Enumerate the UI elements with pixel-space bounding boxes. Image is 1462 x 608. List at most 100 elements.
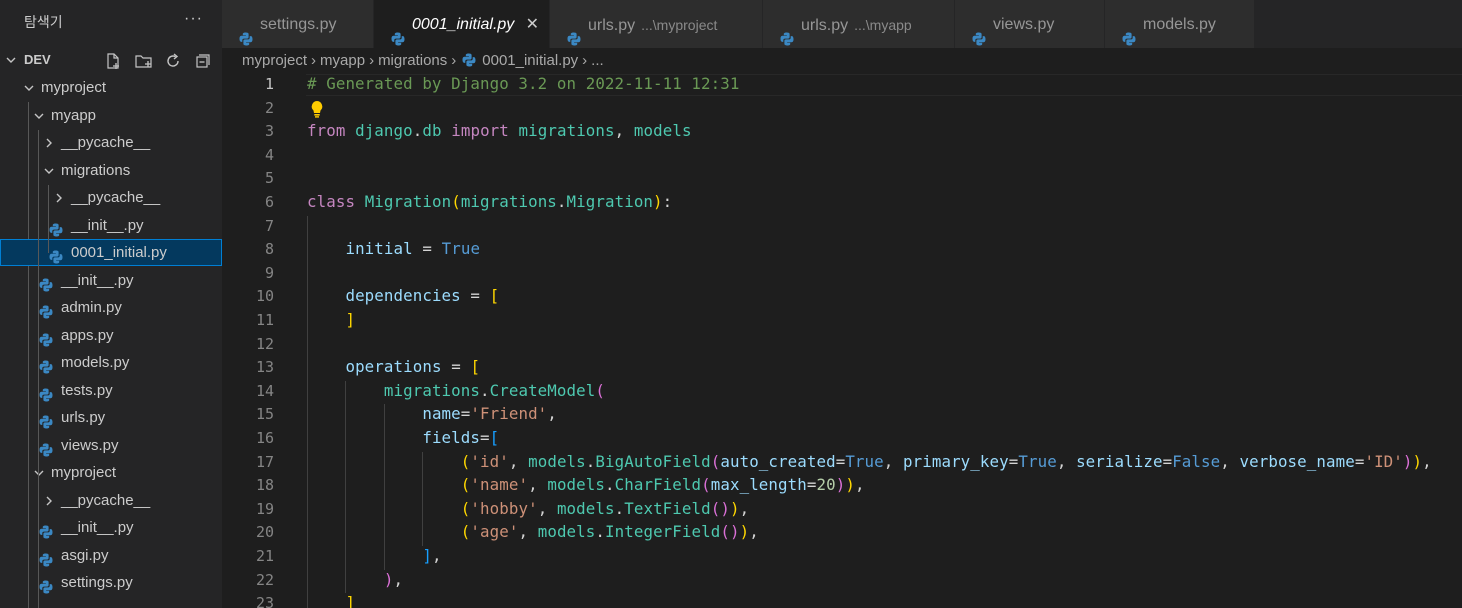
python-file-icon (39, 576, 53, 603)
line-number: 2 (264, 98, 274, 117)
chevron-down-icon (4, 46, 18, 75)
chevron-right-icon (52, 184, 66, 213)
tree-item-label: myproject (41, 79, 107, 96)
tab-urls-py-myproject[interactable]: urls.py ...\myproject (550, 0, 763, 48)
line-number: 5 (264, 169, 274, 188)
tab-settings-py[interactable]: settings.py (222, 0, 374, 48)
breadcrumb-item[interactable]: ... (591, 48, 604, 74)
code-line: class Migration(migrations.Migration): (307, 192, 673, 211)
line-number: 21 (255, 547, 274, 565)
tab-label: settings.py (260, 16, 337, 33)
tree-item-label: admin.py (61, 299, 122, 316)
breadcrumb-item[interactable]: 0001_initial.py (482, 48, 578, 74)
tree-folder[interactable]: myproject (0, 459, 222, 486)
tree-file[interactable]: apps.py (0, 322, 222, 349)
tree-file[interactable]: settings.py (0, 569, 222, 596)
tree-file[interactable]: urls.py (0, 404, 222, 431)
tree-item-label: tests.py (61, 381, 113, 399)
tree-file[interactable]: admin.py (0, 294, 222, 321)
indent-guide (38, 487, 39, 608)
code-line: migrations.CreateModel( (383, 380, 605, 400)
code-editor[interactable]: 1 2 3 4 5 6 7 8 9 10 11 12 13 14 15 16 17 18 19 20 21 22 23 # … (222, 74, 1462, 608)
tree-item-label: __init__.py (61, 519, 134, 536)
breadcrumb: myproject › myapp › migrations › 0001_initial.… (242, 48, 604, 74)
code-line: ], (422, 546, 442, 565)
chevron-down-icon (32, 459, 46, 488)
line-number: 11 (255, 311, 274, 329)
tree-folder[interactable]: __pycache__ (0, 129, 222, 156)
tree-file[interactable]: tests.py (0, 377, 222, 404)
line-number: 18 (255, 476, 274, 495)
code-line: name='Friend', (422, 404, 557, 424)
breadcrumb-item[interactable]: migrations (378, 48, 447, 74)
tree-item-label: __init__.py (71, 216, 144, 234)
chevron-down-icon (42, 157, 56, 186)
tree-item-label: myapp (51, 106, 97, 124)
tree-item-label: migrations (61, 161, 131, 179)
line-number: 6 (264, 193, 274, 211)
line-number: 14 (255, 381, 274, 400)
tree-file[interactable]: 0001_initial.py (0, 239, 222, 266)
code-line: # Generated by Django 3.2 on 2022-11-11 … (307, 74, 740, 93)
tree-file[interactable]: __init__.py (0, 267, 222, 294)
tree-folder[interactable]: myapp (0, 102, 222, 129)
python-file-icon (972, 17, 986, 67)
code-line: operations = [ (345, 357, 481, 377)
code-line: initial = True (345, 239, 481, 259)
tree-folder[interactable]: myproject (0, 74, 222, 101)
tree-folder[interactable]: __pycache__ (0, 487, 222, 514)
tab-0001-initial-py[interactable]: 0001_initial.py ✕ (374, 0, 550, 48)
tree-item-label: __pycache__ (71, 189, 161, 206)
code-line: ('age', models.IntegerField()), (460, 522, 759, 542)
line-number: 17 (255, 452, 274, 471)
tree-file[interactable]: views.py (0, 432, 222, 459)
tree-file[interactable]: asgi.py (0, 542, 222, 569)
lightbulb-icon[interactable] (310, 100, 324, 123)
workspace-root[interactable]: DEV (0, 46, 222, 73)
tree-item-label: myproject (51, 464, 117, 481)
line-number: 23 (255, 594, 274, 608)
code-line: ('id', models.BigAutoField(auto_created=… (460, 451, 1432, 471)
tree-folder[interactable]: migrations (0, 157, 222, 184)
tab-label: urls.py (588, 17, 636, 34)
tab-urls-py-myapp[interactable]: urls.py ...\myapp (763, 0, 955, 48)
line-number: 20 (255, 523, 274, 542)
workspace-root-label: DEV (24, 52, 51, 67)
line-number: 15 (255, 405, 274, 424)
tab-description: ...\myapp (854, 17, 912, 33)
line-number: 19 (255, 499, 274, 518)
tab-label-group: urls.py ...\myproject (588, 0, 717, 51)
code-line: ] (345, 593, 356, 608)
tree-item-label: asgi.py (61, 546, 109, 564)
tree-item-label: settings.py (61, 574, 133, 591)
code-line: from django.db import migrations, models (307, 121, 692, 141)
python-file-icon (462, 50, 476, 76)
tab-models-py[interactable]: models.py (1105, 0, 1255, 48)
line-number: 4 (264, 145, 274, 164)
tree-file[interactable]: __init__.py (0, 514, 222, 541)
breadcrumb-item[interactable]: myproject (242, 48, 307, 74)
breadcrumb-item[interactable]: myapp (320, 48, 365, 74)
tab-views-py[interactable]: views.py (955, 0, 1105, 48)
line-number: 12 (255, 334, 274, 353)
close-tab-icon[interactable]: ✕ (526, 0, 539, 50)
editor-tabs: settings.py 0001_initial.py ✕ urls.py...… (222, 0, 1462, 48)
line-number: 1 (264, 75, 274, 93)
more-actions-icon[interactable]: ··· (184, 10, 203, 28)
tab-label: models.py (1143, 16, 1216, 33)
line-number: 10 (255, 287, 274, 306)
chevron-down-icon (22, 74, 36, 103)
tree-file[interactable]: __init__.py (0, 212, 222, 239)
python-file-icon (780, 17, 794, 67)
tree-item-label: views.py (61, 436, 119, 454)
tree-item-label: __init__.py (61, 271, 134, 289)
python-file-icon (1122, 17, 1136, 67)
tree-file[interactable]: models.py (0, 349, 222, 376)
tree-folder[interactable]: __pycache__ (0, 184, 222, 211)
tree-item-label: urls.py (61, 409, 106, 426)
line-number: 7 (264, 216, 274, 235)
line-number: 16 (255, 429, 274, 447)
tab-label: views.py (993, 16, 1055, 33)
code-line: ] (345, 310, 356, 329)
line-number: 9 (264, 263, 274, 282)
